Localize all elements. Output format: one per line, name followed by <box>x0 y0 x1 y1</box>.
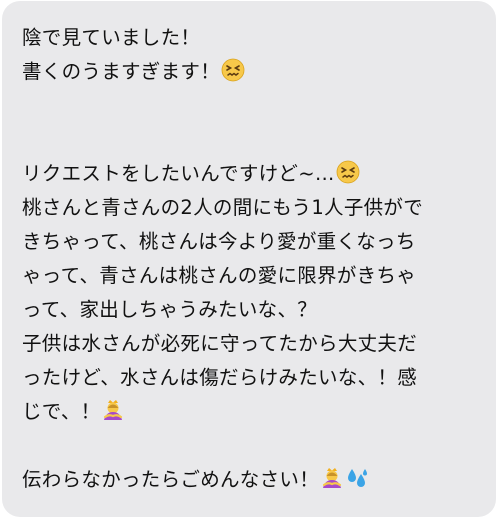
message-line: 桃さんと青さんの2人の間にもう1人子供がで <box>22 196 424 219</box>
message-text: 陰で見ていました！ 書くのうますぎます！ リクエストをしたいんですけど~… 桃さ… <box>22 21 480 497</box>
message-line: 子供は水さんが必死に守ってたから大丈夫だ <box>22 332 418 355</box>
message-line: 伝わらなかったらごめんなさい！ <box>22 463 480 497</box>
message-line: ゃって、青さんは桃さんの愛に限界がきちゃ <box>22 264 417 287</box>
message-line: 陰で見ていました！ <box>22 26 201 49</box>
message-line: ったけど、水さんは傷だらけみたいな、！感 <box>22 366 418 389</box>
blank-lines <box>22 89 480 157</box>
message-line: きちゃって、桃さんは今より愛が重くなっち <box>22 230 416 253</box>
confounded-face-emoji-icon <box>336 160 360 195</box>
received-message-bubble[interactable]: 陰で見ていました！ 書くのうますぎます！ リクエストをしたいんですけど~… 桃さ… <box>2 1 496 517</box>
person-bowing-crown-emoji-icon <box>320 466 344 501</box>
message-line: じで、！ <box>22 395 480 429</box>
message-line: リクエストをしたいんですけど~… <box>22 157 480 191</box>
confounded-face-emoji-icon <box>221 58 245 93</box>
message-line: って、家出しちゃうみたいな、？ <box>22 298 318 321</box>
sweat-droplets-emoji-icon <box>345 466 369 501</box>
message-line: 書くのうますぎます！ <box>22 55 480 89</box>
person-bowing-crown-emoji-icon <box>101 398 125 433</box>
